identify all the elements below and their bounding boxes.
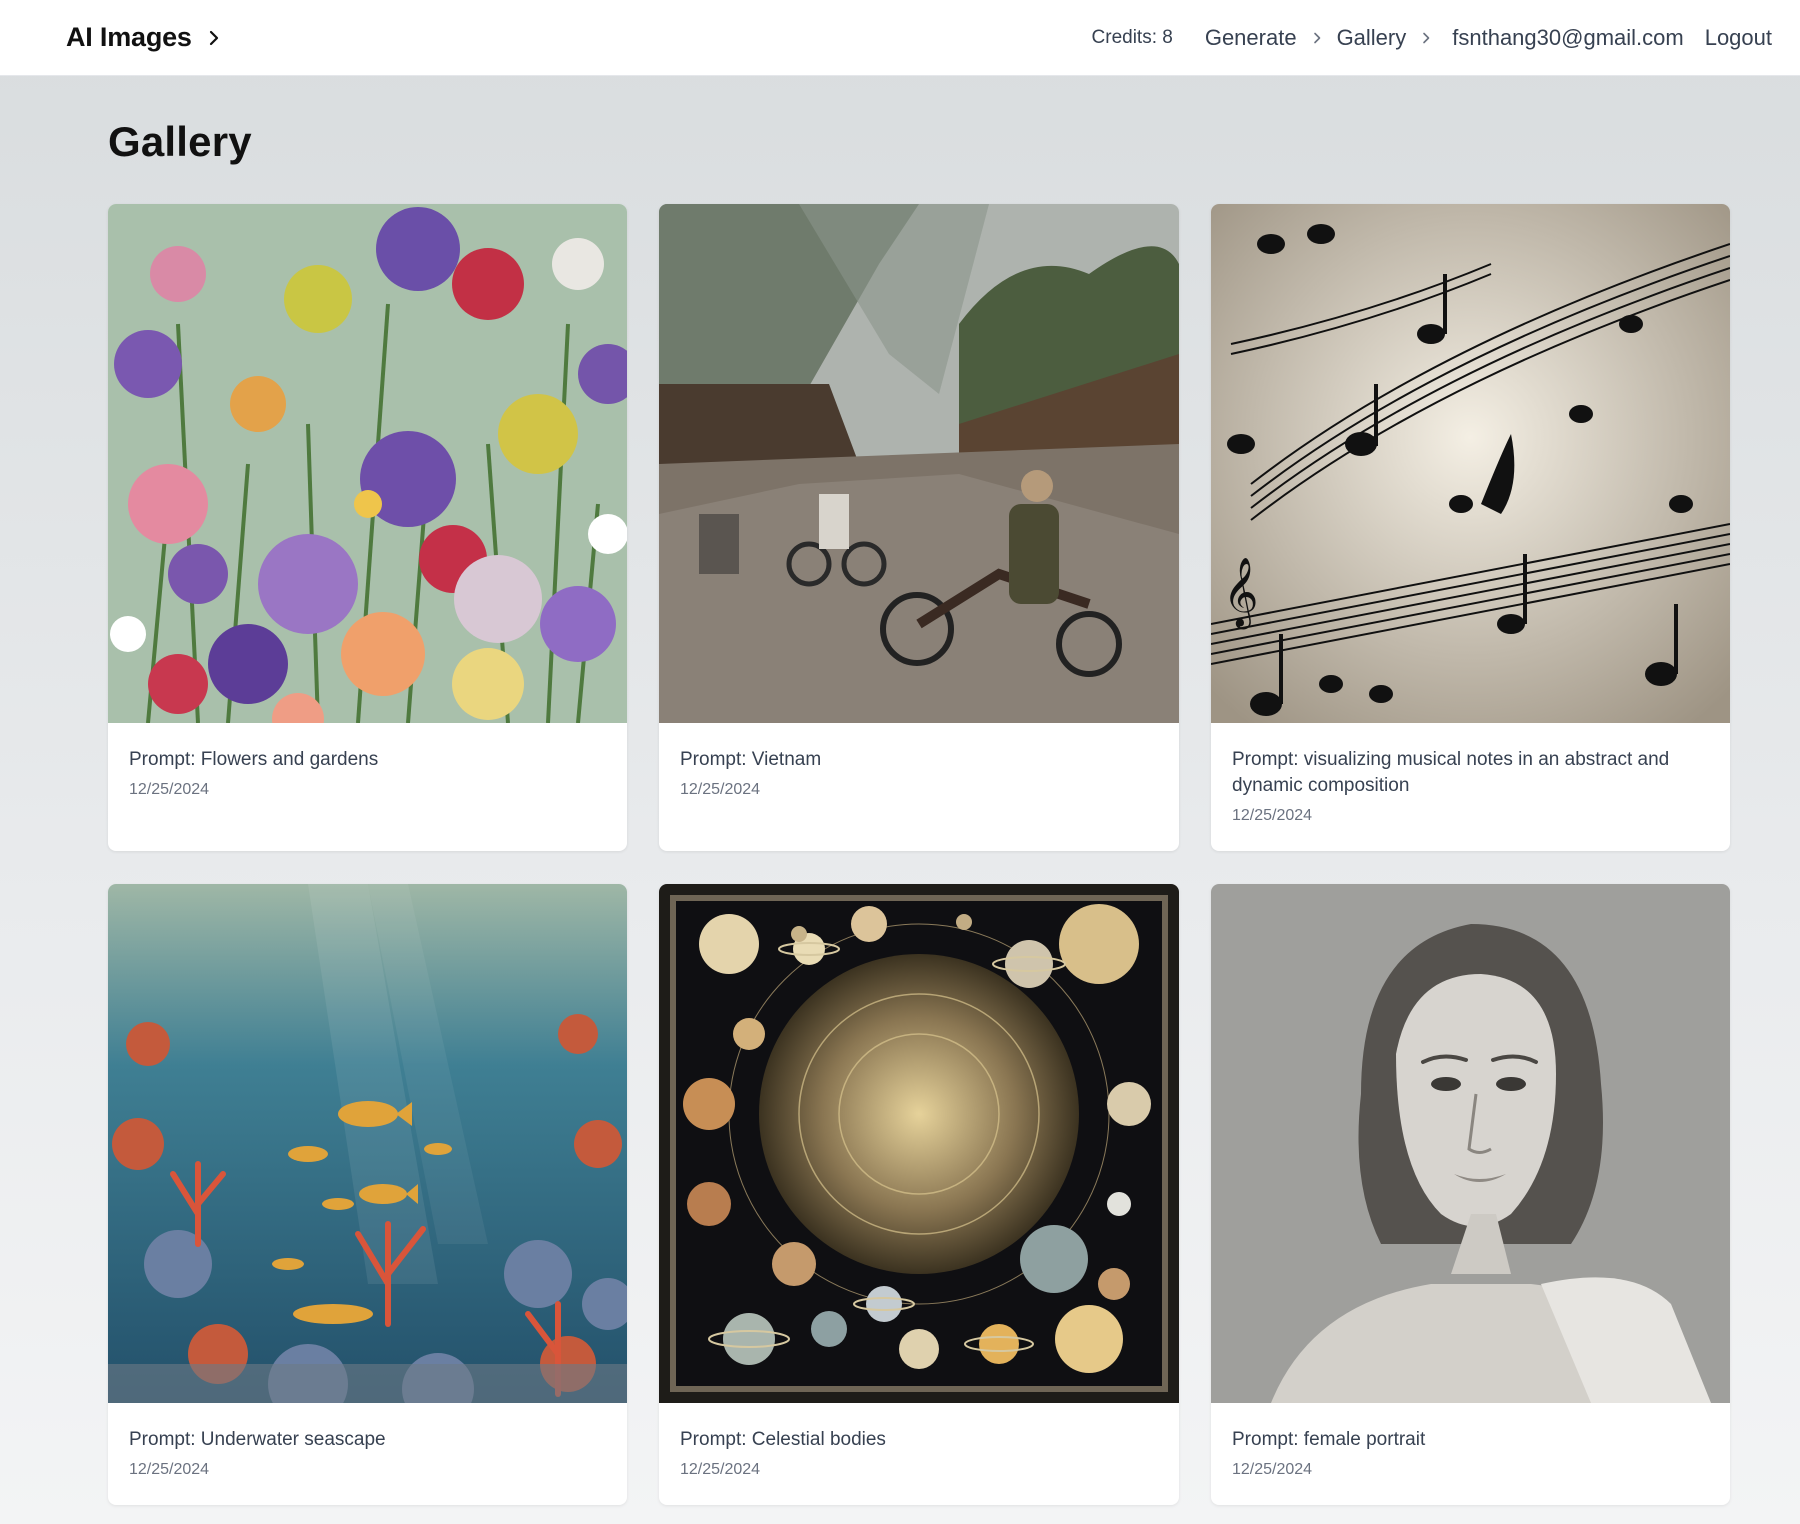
card-prompt: Prompt: Vietnam [680,749,822,770]
nav-gallery-link[interactable]: Gallery [1337,25,1407,51]
card-date: 12/25/2024 [129,1461,210,1478]
page-title: Gallery [108,118,252,165]
celestial-bodies-image[interactable] [659,884,1179,1403]
nav-generate-link[interactable]: Generate [1205,25,1297,51]
card-date: 12/25/2024 [1232,1461,1313,1478]
gallery-card[interactable]: Prompt: female portrait 12/25/2024 [1211,884,1730,1505]
flowers-garden-image[interactable] [108,204,627,723]
card-date: 12/25/2024 [680,781,761,798]
vietnam-street-image[interactable] [659,204,1179,723]
card-body: Prompt: Flowers and gardens 12/25/2024 [108,723,627,799]
credits-counter: Credits: 8 [1091,26,1173,48]
gallery-card[interactable]: Prompt: Flowers and gardens 12/25/2024 [108,204,627,851]
gallery-card[interactable]: Prompt: Vietnam 12/25/2024 [659,204,1179,851]
card-prompt: Prompt: Underwater seascape [129,1429,386,1450]
gallery-card[interactable]: Prompt: Underwater seascape 12/25/2024 [108,884,627,1505]
gallery-card[interactable]: 𝄞 Prompt: visualizing musical notes in a… [1211,204,1730,851]
card-date: 12/25/2024 [680,1461,761,1478]
brand-title: AI Images [66,22,192,52]
chevron-right-icon [1420,32,1432,44]
logout-button[interactable]: Logout [1705,25,1772,51]
main-nav: Credits: 8 Generate Gallery fsnthang30@g… [1092,25,1772,51]
musical-notes-image[interactable]: 𝄞 [1211,204,1730,723]
female-portrait-image[interactable] [1211,884,1730,1403]
gallery-card[interactable]: Prompt: Celestial bodies 12/25/2024 [659,884,1179,1505]
chevron-right-icon [206,30,222,46]
chevron-right-icon [1311,32,1323,44]
card-body: Prompt: female portrait 12/25/2024 [1211,1403,1730,1479]
card-prompt: Prompt: Flowers and gardens [129,749,379,770]
card-prompt: Prompt: visualizing musical notes in an … [1232,749,1670,796]
card-body: Prompt: Celestial bodies 12/25/2024 [659,1403,1179,1479]
gallery-grid: Prompt: Flowers and gardens 12/25/2024 P… [108,204,1730,1505]
card-body: Prompt: Vietnam 12/25/2024 [659,723,1179,799]
user-email: fsnthang30@gmail.com [1452,24,1684,50]
card-prompt: Prompt: female portrait [1232,1429,1426,1450]
gallery-page: Gallery Prompt: Flowers and gardens 12/2… [108,76,1730,1505]
card-date: 12/25/2024 [129,781,210,798]
card-body: Prompt: Underwater seascape 12/25/2024 [108,1403,627,1479]
underwater-seascape-image[interactable] [108,884,627,1403]
card-prompt: Prompt: Celestial bodies [680,1429,886,1450]
svg-text:𝄞: 𝄞 [1223,557,1258,629]
card-date: 12/25/2024 [1232,807,1313,824]
brand-link[interactable]: AI Images [66,22,222,53]
card-body: Prompt: visualizing musical notes in an … [1211,723,1730,825]
top-navbar: AI Images Credits: 8 Generate Gallery fs… [0,0,1800,76]
